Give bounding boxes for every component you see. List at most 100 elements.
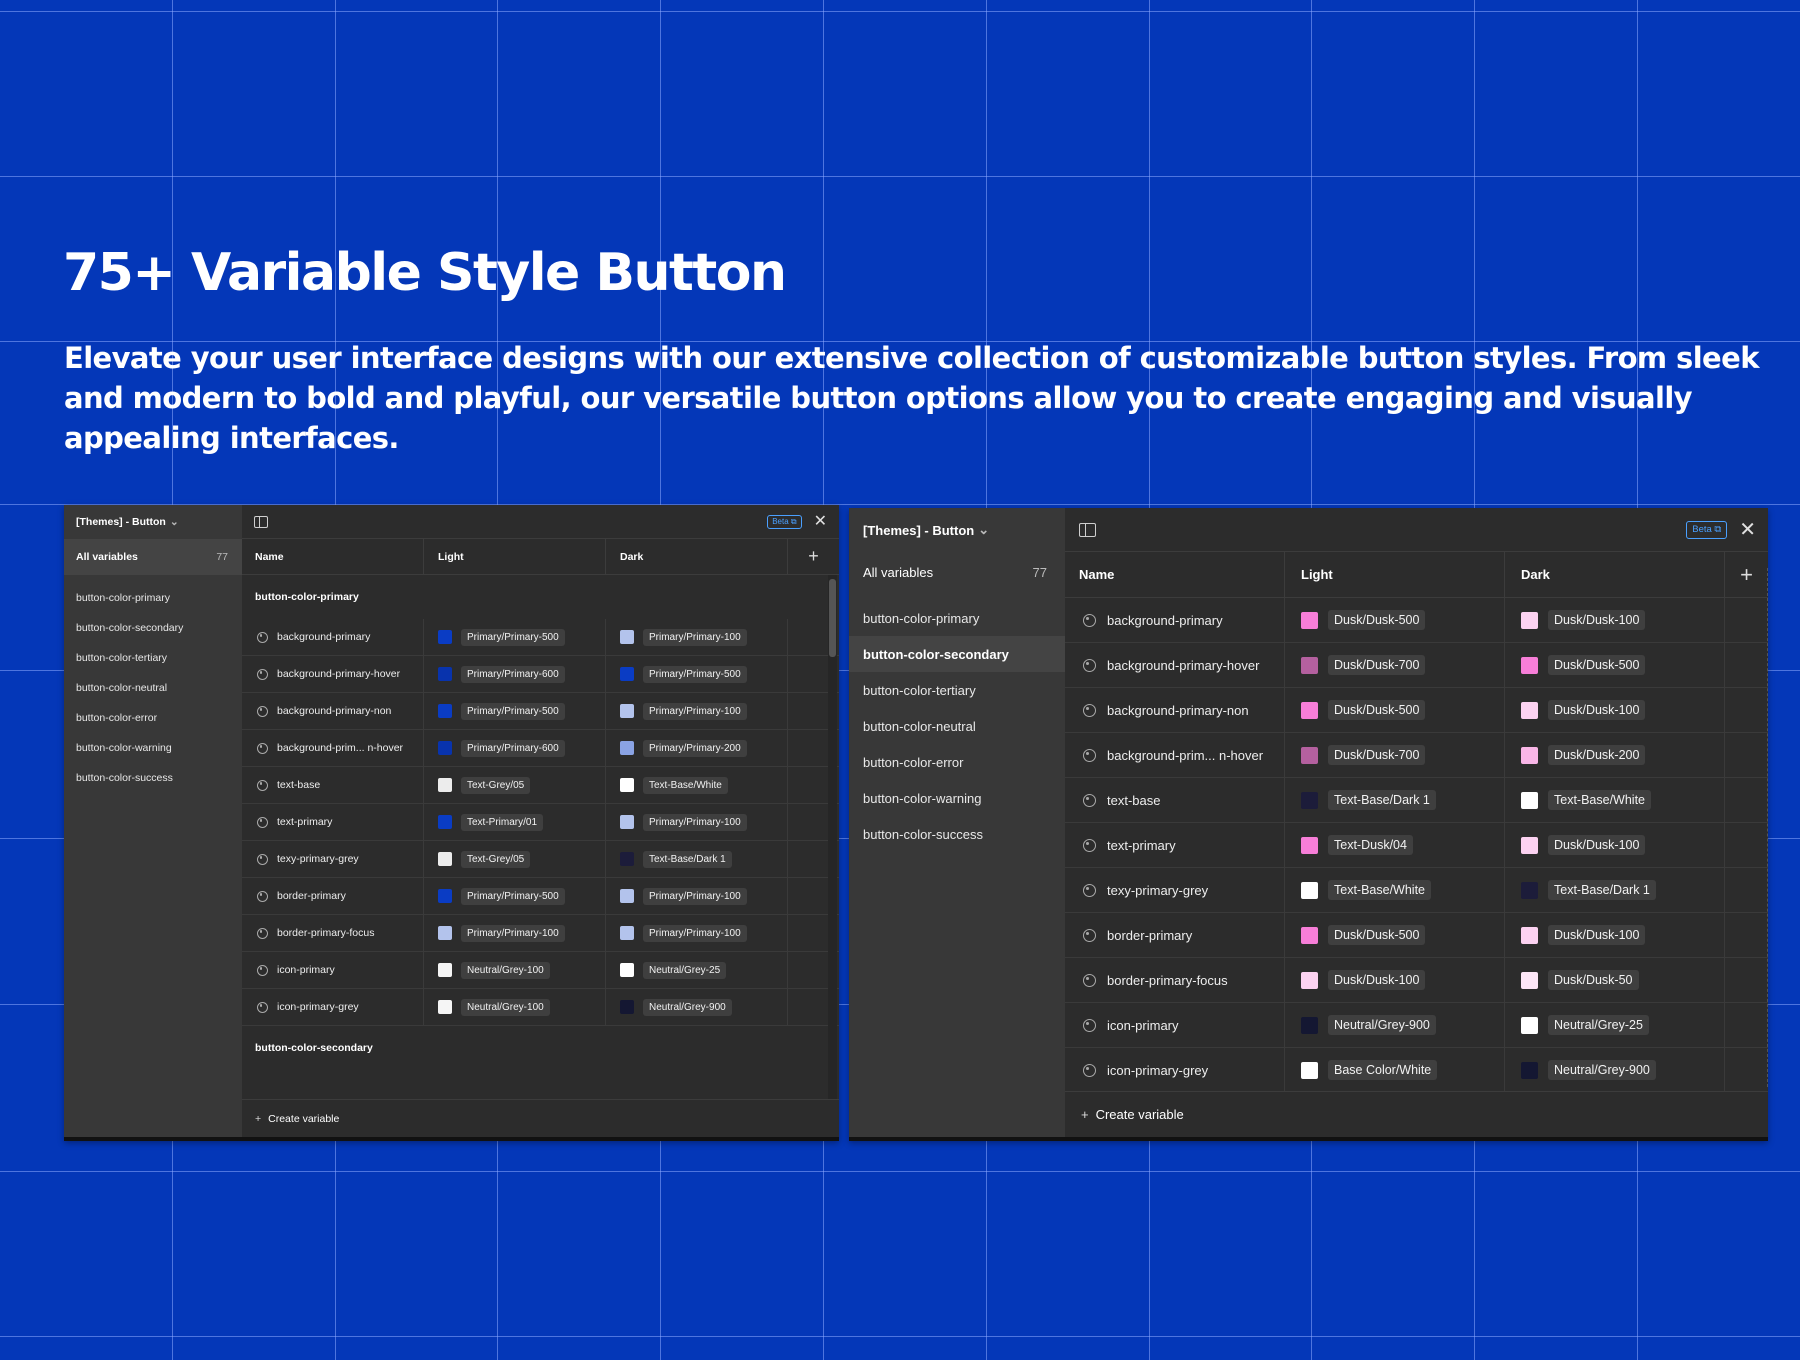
scrollbar[interactable] xyxy=(828,575,837,1103)
sidebar-item-button-color-tertiary[interactable]: button-color-tertiary xyxy=(64,643,242,673)
alias-tag[interactable]: Neutral/Grey-25 xyxy=(643,961,727,979)
alias-tag[interactable]: Primary/Primary-100 xyxy=(643,702,747,720)
light-value-cell[interactable]: Neutral/Grey-100 xyxy=(424,989,606,1025)
alias-tag[interactable]: Primary/Primary-200 xyxy=(643,739,747,757)
dark-value-cell[interactable]: Dusk/Dusk-100 xyxy=(1505,598,1725,642)
sidebar-item-button-color-success[interactable]: button-color-success xyxy=(64,763,242,793)
light-value-cell[interactable]: Primary/Primary-500 xyxy=(424,619,606,655)
light-value-cell[interactable]: Dusk/Dusk-100 xyxy=(1285,958,1505,1002)
variable-name-cell[interactable]: text-base xyxy=(242,767,424,803)
variable-name-cell[interactable]: icon-primary xyxy=(1065,1003,1285,1047)
table-row[interactable]: text-base Text-Grey/05 Text-Base/White xyxy=(242,767,839,804)
table-row[interactable]: background-prim... n-hover Dusk/Dusk-700 D… xyxy=(1065,733,1768,778)
variable-name-cell[interactable]: border-primary xyxy=(1065,913,1285,957)
dark-value-cell[interactable]: Dusk/Dusk-100 xyxy=(1505,913,1725,957)
sidebar-item-button-color-warning[interactable]: button-color-warning xyxy=(64,733,242,763)
variable-name-cell[interactable]: border-primary xyxy=(242,878,424,914)
column-light[interactable]: Light xyxy=(1285,552,1505,597)
light-value-cell[interactable]: Dusk/Dusk-500 xyxy=(1285,598,1505,642)
table-row[interactable]: background-primary Dusk/Dusk-500 Dusk/Dusk… xyxy=(1065,598,1768,643)
alias-tag[interactable]: Neutral/Grey-900 xyxy=(1548,1060,1656,1080)
alias-tag[interactable]: Dusk/Dusk-500 xyxy=(1328,925,1426,945)
light-value-cell[interactable]: Text-Primary/01 xyxy=(424,804,606,840)
alias-tag[interactable]: Primary/Primary-500 xyxy=(461,702,565,720)
alias-tag[interactable]: Primary/Primary-500 xyxy=(461,887,565,905)
all-variables-item[interactable]: All variables 77 xyxy=(849,552,1065,592)
column-dark[interactable]: Dark xyxy=(1505,552,1725,597)
light-value-cell[interactable]: Text-Dusk/04 xyxy=(1285,823,1505,867)
light-value-cell[interactable]: Base Color/White xyxy=(1285,1048,1505,1092)
sidebar-item-button-color-error[interactable]: button-color-error xyxy=(849,744,1065,780)
table-row[interactable]: icon-primary-grey Neutral/Grey-100 Neutral… xyxy=(242,989,839,1026)
alias-tag[interactable]: Text-Base/Dark 1 xyxy=(1328,790,1436,810)
dark-value-cell[interactable]: Dusk/Dusk-50 xyxy=(1505,958,1725,1002)
alias-tag[interactable]: Primary/Primary-100 xyxy=(643,924,747,942)
scrollbar-thumb[interactable] xyxy=(829,579,836,657)
light-value-cell[interactable]: Dusk/Dusk-700 xyxy=(1285,643,1505,687)
alias-tag[interactable]: Dusk/Dusk-100 xyxy=(1548,835,1646,855)
variable-name-cell[interactable]: icon-primary-grey xyxy=(242,989,424,1025)
dark-value-cell[interactable]: Text-Base/White xyxy=(1505,778,1725,822)
table-row[interactable]: texy-primary-grey Text-Grey/05 Text-Base/D… xyxy=(242,841,839,878)
light-value-cell[interactable]: Dusk/Dusk-500 xyxy=(1285,913,1505,957)
alias-tag[interactable]: Neutral/Grey-100 xyxy=(461,961,550,979)
dark-value-cell[interactable]: Primary/Primary-500 xyxy=(606,656,788,692)
column-light[interactable]: Light xyxy=(424,539,606,574)
alias-tag[interactable]: Text-Base/White xyxy=(1548,790,1652,810)
table-row[interactable]: icon-primary-grey Base Color/White Neutral… xyxy=(1065,1048,1768,1093)
alias-tag[interactable]: Primary/Primary-600 xyxy=(461,739,565,757)
dark-value-cell[interactable]: Neutral/Grey-900 xyxy=(606,989,788,1025)
collection-dropdown[interactable]: [Themes] - Button ⌄ xyxy=(64,505,242,539)
alias-tag[interactable]: Dusk/Dusk-100 xyxy=(1548,925,1646,945)
dark-value-cell[interactable]: Dusk/Dusk-200 xyxy=(1505,733,1725,777)
close-icon[interactable]: ✕ xyxy=(814,513,827,530)
dark-value-cell[interactable]: Neutral/Grey-25 xyxy=(1505,1003,1725,1047)
add-mode-icon[interactable]: + xyxy=(788,539,839,574)
table-row[interactable]: text-base Text-Base/Dark 1 Text-Base/White xyxy=(1065,778,1768,823)
column-dark[interactable]: Dark xyxy=(606,539,788,574)
alias-tag[interactable]: Text-Grey/05 xyxy=(461,776,531,794)
dark-value-cell[interactable]: Text-Base/Dark 1 xyxy=(606,841,788,877)
alias-tag[interactable]: Text-Base/White xyxy=(1328,880,1432,900)
light-value-cell[interactable]: Primary/Primary-100 xyxy=(424,915,606,951)
light-value-cell[interactable]: Dusk/Dusk-700 xyxy=(1285,733,1505,777)
alias-tag[interactable]: Neutral/Grey-900 xyxy=(1328,1015,1436,1035)
variable-name-cell[interactable]: text-primary xyxy=(1065,823,1285,867)
table-row[interactable]: border-primary Primary/Primary-500 Primary… xyxy=(242,878,839,915)
alias-tag[interactable]: Neutral/Grey-900 xyxy=(643,998,732,1016)
alias-tag[interactable]: Text-Grey/05 xyxy=(461,850,531,868)
variable-name-cell[interactable]: background-prim... n-hover xyxy=(242,730,424,766)
light-value-cell[interactable]: Text-Base/Dark 1 xyxy=(1285,778,1505,822)
light-value-cell[interactable]: Text-Base/White xyxy=(1285,868,1505,912)
variable-name-cell[interactable]: icon-primary xyxy=(242,952,424,988)
dark-value-cell[interactable]: Primary/Primary-100 xyxy=(606,693,788,729)
dark-value-cell[interactable]: Text-Base/Dark 1 xyxy=(1505,868,1725,912)
sidebar-item-button-color-primary[interactable]: button-color-primary xyxy=(849,600,1065,636)
dark-value-cell[interactable]: Primary/Primary-100 xyxy=(606,878,788,914)
variable-name-cell[interactable]: background-primary xyxy=(1065,598,1285,642)
alias-tag[interactable]: Text-Base/Dark 1 xyxy=(1548,880,1656,900)
light-value-cell[interactable]: Dusk/Dusk-500 xyxy=(1285,688,1505,732)
collection-dropdown[interactable]: [Themes] - Button ⌄ xyxy=(849,508,1065,552)
sidebar-item-button-color-warning[interactable]: button-color-warning xyxy=(849,780,1065,816)
create-variable-button[interactable]: + Create variable xyxy=(242,1099,839,1137)
table-row[interactable]: icon-primary Neutral/Grey-100 Neutral/Grey… xyxy=(242,952,839,989)
sidebar-item-button-color-secondary[interactable]: button-color-secondary xyxy=(849,636,1065,672)
variable-name-cell[interactable]: background-primary-hover xyxy=(1065,643,1285,687)
variable-name-cell[interactable]: texy-primary-grey xyxy=(242,841,424,877)
add-mode-icon[interactable]: + xyxy=(1725,552,1768,597)
table-row[interactable]: background-prim... n-hover Primary/Primar… xyxy=(242,730,839,767)
dark-value-cell[interactable]: Dusk/Dusk-500 xyxy=(1505,643,1725,687)
variable-name-cell[interactable]: text-base xyxy=(1065,778,1285,822)
table-row[interactable]: border-primary-focus Primary/Primary-100 P… xyxy=(242,915,839,952)
alias-tag[interactable]: Dusk/Dusk-700 xyxy=(1328,745,1426,765)
sidebar-item-button-color-neutral[interactable]: button-color-neutral xyxy=(64,673,242,703)
dark-value-cell[interactable]: Text-Base/White xyxy=(606,767,788,803)
variable-name-cell[interactable]: border-primary-focus xyxy=(1065,958,1285,1002)
table-row[interactable]: text-primary Text-Primary/01 Primary/Prima… xyxy=(242,804,839,841)
table-row[interactable]: background-primary-non Dusk/Dusk-500 Dusk/… xyxy=(1065,688,1768,733)
close-icon[interactable]: ✕ xyxy=(1739,520,1756,540)
light-value-cell[interactable]: Primary/Primary-500 xyxy=(424,693,606,729)
sidebar-item-button-color-neutral[interactable]: button-color-neutral xyxy=(849,708,1065,744)
table-row[interactable]: border-primary Dusk/Dusk-500 Dusk/Dusk-100 xyxy=(1065,913,1768,958)
